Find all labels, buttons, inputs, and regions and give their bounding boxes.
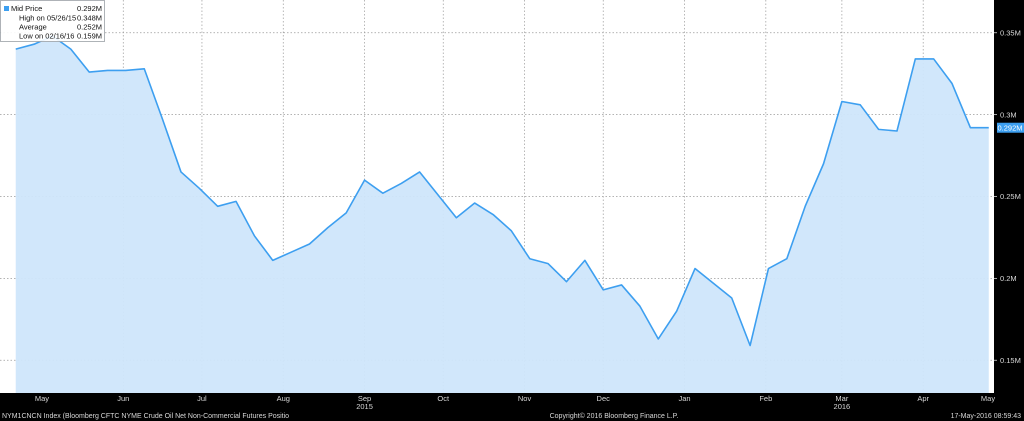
- legend-label-mid-price: Mid Price: [11, 4, 42, 13]
- x-tick-label: Aug: [277, 394, 290, 403]
- x-tick-label: Dec: [597, 394, 611, 403]
- legend-label-average: Average: [19, 23, 47, 32]
- legend-value-high: 0.348M: [77, 14, 102, 23]
- y-tick-label: 0.15M: [1000, 356, 1021, 365]
- legend: Mid Price 0.292M High on 05/26/15 0.348M…: [0, 0, 105, 42]
- chart: 0.15M0.2M0.25M0.3M0.35MMay Jun Jul Aug Sep Oc…: [0, 0, 1024, 421]
- legend-value-average: 0.252M: [77, 23, 102, 32]
- y-tick-label: 0.3M: [1000, 110, 1017, 119]
- x-tick-label: Jun: [117, 394, 129, 403]
- x-year-label: 2015: [356, 402, 373, 411]
- x-tick-label: Nov: [518, 394, 532, 403]
- last-value-badge-text: 0.292M: [997, 123, 1022, 132]
- x-tick-label: Jul: [197, 394, 207, 403]
- footer-ticker: NYM1CNCN Index (Bloomberg CFTC NYME Crud…: [2, 413, 289, 420]
- footer-copyright: Copyright© 2016 Bloomberg Finance L.P.: [550, 412, 679, 420]
- footer-timestamp: 17-May-2016 08:59:43: [951, 413, 1022, 420]
- x-tick-label: Jan: [678, 394, 690, 403]
- y-tick-label: 0.2M: [1000, 274, 1017, 283]
- legend-label-low: Low on 02/16/16: [19, 32, 74, 41]
- y-tick-label: 0.25M: [1000, 192, 1021, 201]
- y-tick-label: 0.35M: [1000, 28, 1021, 37]
- x-tick-label: Oct: [437, 394, 450, 403]
- last-value-badge: 0.292M: [997, 122, 1024, 133]
- x-tick-label: Apr: [917, 394, 929, 403]
- legend-value-low: 0.159M: [77, 32, 102, 41]
- legend-label-high: High on 05/26/15: [19, 14, 76, 23]
- x-tick-label: May: [981, 394, 995, 403]
- x-year-label: 2016: [834, 402, 851, 411]
- legend-swatch: [4, 6, 9, 11]
- legend-value-mid-price: 0.292M: [77, 4, 102, 13]
- x-tick-label: Feb: [759, 394, 772, 403]
- x-tick-label: May: [35, 394, 49, 403]
